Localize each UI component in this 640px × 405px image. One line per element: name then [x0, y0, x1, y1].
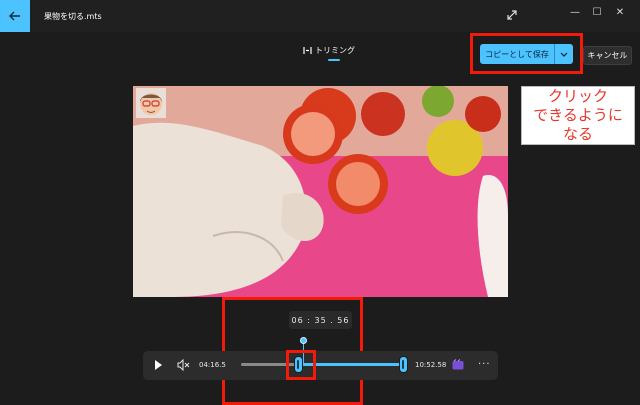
- tab-trim-label: トリミング: [315, 46, 355, 55]
- video-preview: [133, 86, 508, 297]
- trim-end-time: 10:52.58: [415, 361, 447, 369]
- video-frame-image: [133, 86, 508, 297]
- trim-start-time: 04:16.5: [199, 361, 226, 369]
- trim-end-handle[interactable]: [400, 357, 407, 372]
- fullscreen-icon[interactable]: [505, 8, 519, 22]
- highlight-box-handle: [286, 350, 316, 380]
- highlight-box-save: [470, 33, 583, 74]
- minimize-button[interactable]: —: [564, 5, 586, 19]
- back-button[interactable]: [0, 0, 30, 32]
- maximize-button[interactable]: ☐: [586, 5, 608, 19]
- annotation-line-2: できるように: [533, 106, 623, 124]
- play-button[interactable]: [152, 358, 164, 372]
- close-button[interactable]: ✕: [609, 5, 631, 19]
- tab-trim[interactable]: トリミング: [303, 45, 355, 56]
- annotation-line-1: クリック: [547, 87, 608, 105]
- cancel-button[interactable]: キャンセル: [583, 46, 632, 65]
- mute-button[interactable]: [177, 359, 190, 371]
- trim-icon: [303, 47, 312, 54]
- window-title: 果物を切る.mts: [44, 12, 102, 21]
- annotation-note: クリック できるように なる: [521, 86, 635, 145]
- back-arrow-icon: [9, 11, 20, 21]
- more-options-button[interactable]: ···: [478, 359, 491, 370]
- playhead-handle[interactable]: [300, 337, 307, 344]
- annotation-line-3: なる: [562, 125, 593, 143]
- clip-icon[interactable]: [452, 359, 464, 370]
- active-tab-indicator: [328, 59, 340, 61]
- creator-avatar-image: [136, 88, 166, 118]
